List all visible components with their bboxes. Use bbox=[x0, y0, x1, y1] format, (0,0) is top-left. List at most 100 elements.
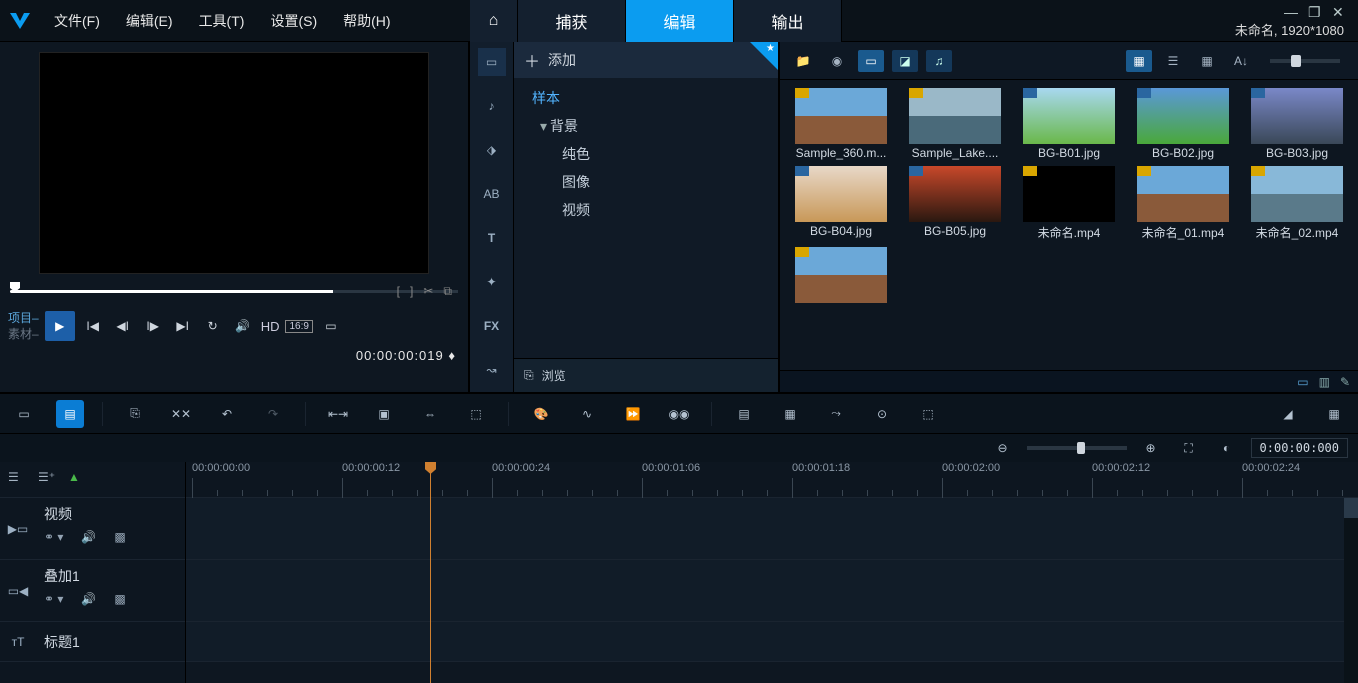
library-item[interactable]: BG-B03.jpg bbox=[1244, 88, 1350, 160]
prev-frame-button[interactable]: ◀I bbox=[111, 314, 135, 338]
mode-tab-capture[interactable]: 捕获 bbox=[518, 0, 626, 42]
track-mute-icon[interactable]: 🔊 bbox=[81, 592, 96, 606]
volume-button[interactable]: 🔊 bbox=[231, 314, 255, 338]
lib-tab-audio-icon[interactable]: ♪ bbox=[478, 92, 506, 120]
track-head-overlay[interactable]: ▭◀ 叠加1 ⚭ ▾ 🔊 ▩ bbox=[0, 560, 185, 622]
track-fx-icon[interactable]: ▩ bbox=[114, 592, 125, 606]
preview-mode-clip[interactable]: 素材– bbox=[8, 326, 39, 342]
library-item[interactable]: BG-B04.jpg bbox=[788, 166, 894, 241]
track-link-icon[interactable]: ⚭ ▾ bbox=[44, 530, 63, 544]
lib-tab-path-icon[interactable]: ↝ bbox=[478, 356, 506, 384]
capture-icon[interactable]: ◉ bbox=[824, 50, 850, 72]
mask-button[interactable]: ⬚ bbox=[914, 400, 942, 428]
undo-button[interactable]: ↶ bbox=[213, 400, 241, 428]
lib-tab-media-icon[interactable]: ▭ bbox=[478, 48, 506, 76]
view-thumb-icon[interactable]: ▦ bbox=[1126, 50, 1152, 72]
crop-button[interactable]: ▣ bbox=[370, 400, 398, 428]
track-add-icon[interactable]: ☰⁺ bbox=[38, 470, 58, 490]
preview-video[interactable] bbox=[39, 52, 429, 274]
sort-icon[interactable]: A↓ bbox=[1228, 50, 1254, 72]
filter-video-icon[interactable]: ▭ bbox=[858, 50, 884, 72]
library-item[interactable]: Sample_Lake.... bbox=[902, 88, 1008, 160]
mark-out-icon[interactable]: ] bbox=[410, 284, 413, 299]
mode-tab-output[interactable]: 输出 bbox=[734, 0, 842, 42]
library-browse-button[interactable]: ⎘ 浏览 bbox=[514, 358, 778, 392]
mode-tab-home[interactable]: ⌂ bbox=[470, 0, 518, 42]
import-folder-icon[interactable]: 📁 bbox=[790, 50, 816, 72]
aspect-badge[interactable]: 16:9 bbox=[285, 320, 312, 333]
track-head-video[interactable]: ▶▭ 视频 ⚭ ▾ 🔊 ▩ bbox=[0, 498, 185, 560]
library-item[interactable] bbox=[788, 247, 894, 305]
speed-button[interactable]: ⏩ bbox=[619, 400, 647, 428]
redo-button[interactable]: ↷ bbox=[259, 400, 287, 428]
stretch-button[interactable]: ⇔ bbox=[416, 400, 444, 428]
footer-options-icon[interactable]: ✎ bbox=[1340, 375, 1350, 389]
filter-photo-icon[interactable]: ◪ bbox=[892, 50, 918, 72]
go-start-button[interactable]: I◀ bbox=[81, 314, 105, 338]
library-item[interactable]: 未命名_02.mp4 bbox=[1244, 166, 1350, 241]
library-item[interactable]: BG-B02.jpg bbox=[1130, 88, 1236, 160]
lib-tab-text-icon[interactable]: T bbox=[478, 224, 506, 252]
filter-audio-icon[interactable]: ♫ bbox=[926, 50, 952, 72]
lib-tab-title-icon[interactable]: AB bbox=[478, 180, 506, 208]
menu-tools[interactable]: 工具(T) bbox=[189, 7, 255, 35]
storyboard-view-button[interactable]: ▭ bbox=[10, 400, 38, 428]
grid-button[interactable]: ▦ bbox=[776, 400, 804, 428]
pin-icon[interactable] bbox=[750, 42, 778, 70]
zoom-out-button[interactable]: ⊖ bbox=[989, 434, 1017, 462]
expand-icon[interactable]: ⧉ bbox=[443, 284, 452, 299]
menu-edit[interactable]: 编辑(E) bbox=[116, 7, 183, 35]
track-toggle-icon[interactable]: ▲ bbox=[68, 470, 88, 490]
preview-mode-project[interactable]: 项目– bbox=[8, 310, 39, 326]
timeline-ruler[interactable]: 00:00:00:0000:00:00:1200:00:00:2400:00:0… bbox=[186, 462, 1358, 498]
track-head-title[interactable]: ᴛT 标题1 bbox=[0, 622, 185, 662]
paint-button[interactable]: ◢ bbox=[1274, 400, 1302, 428]
go-end-button[interactable]: ▶I bbox=[171, 314, 195, 338]
chapter-button[interactable]: ▤ bbox=[730, 400, 758, 428]
multicam-button[interactable]: ⊙ bbox=[868, 400, 896, 428]
timeline-lanes[interactable]: 00:00:00:0000:00:00:1200:00:00:2400:00:0… bbox=[186, 462, 1358, 683]
library-item[interactable]: Sample_360.m... bbox=[788, 88, 894, 160]
fit-project-button[interactable]: ⛶ bbox=[1175, 434, 1203, 462]
track-lane-video[interactable] bbox=[186, 498, 1358, 560]
timeline-scrollbar[interactable] bbox=[1344, 498, 1358, 683]
hd-label[interactable]: HD bbox=[261, 319, 280, 334]
library-item[interactable]: BG-B01.jpg bbox=[1016, 88, 1122, 160]
library-item[interactable]: 未命名.mp4 bbox=[1016, 166, 1122, 241]
library-item[interactable]: 未命名_01.mp4 bbox=[1130, 166, 1236, 241]
resize-icon[interactable]: ▭ bbox=[319, 314, 343, 338]
play-button[interactable]: ▶ bbox=[45, 311, 75, 341]
loop-button[interactable]: ↻ bbox=[201, 314, 225, 338]
timeline-view-button[interactable]: ▤ bbox=[56, 400, 84, 428]
close-button[interactable]: ✕ bbox=[1332, 4, 1346, 18]
zoom-slider[interactable] bbox=[1027, 446, 1127, 450]
tools-button[interactable]: ✕✕ bbox=[167, 400, 195, 428]
preview-scrubber[interactable]: [ ] ✂ ⧉ bbox=[10, 282, 458, 302]
track-lane-title[interactable] bbox=[186, 622, 1358, 662]
lib-tab-transition-icon[interactable]: ⬗ bbox=[478, 136, 506, 164]
menu-settings[interactable]: 设置(S) bbox=[260, 7, 327, 35]
footer-view-thumb-icon[interactable]: ▭ bbox=[1297, 375, 1308, 389]
track-link-icon[interactable]: ⚭ ▾ bbox=[44, 592, 63, 606]
audio-wave-button[interactable]: ∿ bbox=[573, 400, 601, 428]
menu-file[interactable]: 文件(F) bbox=[44, 7, 110, 35]
tree-item-solid[interactable]: 纯色 bbox=[514, 140, 778, 168]
thumb-size-slider[interactable] bbox=[1270, 59, 1340, 63]
lib-tab-graphic-icon[interactable]: ✦ bbox=[478, 268, 506, 296]
tree-item-image[interactable]: 图像 bbox=[514, 168, 778, 196]
cut-icon[interactable]: ✂ bbox=[423, 284, 433, 299]
mark-in-icon[interactable]: [ bbox=[397, 284, 400, 299]
tree-item-video[interactable]: 视频 bbox=[514, 196, 778, 224]
footer-view-list-icon[interactable]: ▥ bbox=[1319, 375, 1330, 389]
maximize-button[interactable]: ❐ bbox=[1308, 4, 1322, 18]
track-mute-icon[interactable]: 🔊 bbox=[81, 530, 96, 544]
track-lane-overlay[interactable] bbox=[186, 560, 1358, 622]
copy-button[interactable]: ⎘ bbox=[121, 400, 149, 428]
timeline-timecode[interactable]: 0:00:00:000 bbox=[1251, 438, 1348, 458]
library-add-header[interactable]: ＋ 添加 bbox=[514, 42, 778, 78]
mode-tab-edit[interactable]: 编辑 bbox=[626, 0, 734, 42]
tree-item-background[interactable]: ▾背景 bbox=[514, 112, 778, 140]
preview-timecode[interactable]: 00:00:00:019 ♦ bbox=[0, 342, 468, 364]
track-fx-icon[interactable]: ▩ bbox=[114, 530, 125, 544]
effects-button[interactable]: ▦ bbox=[1320, 400, 1348, 428]
